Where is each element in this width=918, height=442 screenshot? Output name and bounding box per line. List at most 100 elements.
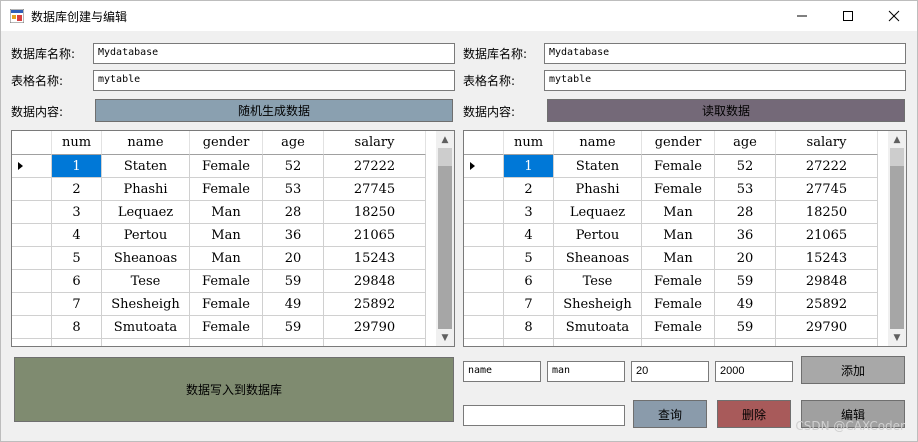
row-header[interactable] — [464, 247, 504, 270]
grid-cell-age[interactable]: 59 — [263, 316, 324, 339]
right-table-input[interactable]: mytable — [544, 70, 906, 91]
grid-cell-age[interactable]: 36 — [715, 224, 776, 247]
query-input[interactable] — [463, 405, 625, 426]
grid-cell-num[interactable]: 2 — [504, 178, 554, 201]
grid-cell-name[interactable]: Lequaez — [102, 201, 190, 224]
grid-cell-salary[interactable]: 25892 — [776, 293, 878, 316]
grid-cell-age[interactable]: 49 — [715, 293, 776, 316]
grid-cell-num[interactable]: 4 — [52, 224, 102, 247]
grid-cell-age[interactable]: 59 — [715, 316, 776, 339]
grid-cell-num[interactable]: 4 — [504, 224, 554, 247]
grid-cell-age[interactable]: 49 — [263, 293, 324, 316]
grid-cell-name[interactable]: Pertou — [102, 224, 190, 247]
column-header-name[interactable]: name — [102, 131, 190, 155]
grid-cell-age[interactable]: 52 — [263, 155, 324, 178]
grid-cell-gender[interactable]: Female — [642, 155, 715, 178]
grid-cell-name[interactable]: Sheanoas — [102, 247, 190, 270]
grid-cell-name[interactable]: Staten — [102, 155, 190, 178]
grid-cell-salary[interactable]: 18250 — [776, 201, 878, 224]
grid-cell-age[interactable]: 53 — [263, 178, 324, 201]
maximize-button[interactable] — [825, 1, 871, 31]
grid-cell-num[interactable]: 1 — [52, 155, 102, 178]
grid-cell-salary[interactable]: 25892 — [324, 293, 426, 316]
grid-cell-gender[interactable]: Female — [642, 316, 715, 339]
grid-cell-name[interactable]: Lequaez — [554, 201, 642, 224]
column-header-name[interactable]: name — [554, 131, 642, 155]
grid-cell-age[interactable]: 53 — [715, 178, 776, 201]
grid-cell-partial[interactable] — [102, 339, 190, 346]
table-row[interactable]: 3 Lequaez Man 28 18250 — [12, 201, 426, 224]
grid-cell-gender[interactable]: Female — [642, 293, 715, 316]
row-header[interactable] — [12, 247, 52, 270]
column-header-num[interactable]: num — [504, 131, 554, 155]
grid-cell-num[interactable]: 7 — [504, 293, 554, 316]
left-data-grid[interactable]: num name gender age salary 1 Staten Female 52 272… — [11, 130, 455, 347]
grid-cell-gender[interactable]: Man — [190, 224, 263, 247]
age-input[interactable]: 20 — [631, 361, 709, 382]
grid-cell-name[interactable]: Smutoata — [554, 316, 642, 339]
grid-cell-gender[interactable]: Man — [642, 247, 715, 270]
grid-cell-salary[interactable]: 21065 — [776, 224, 878, 247]
grid-cell-salary[interactable]: 29848 — [324, 270, 426, 293]
grid-cell-name[interactable]: Tese — [554, 270, 642, 293]
row-header-corner[interactable] — [464, 131, 504, 155]
table-row[interactable]: 8 Smutoata Female 59 29790 — [464, 316, 878, 339]
grid-cell-age[interactable]: 36 — [263, 224, 324, 247]
left-db-input[interactable]: Mydatabase — [93, 43, 455, 64]
grid-cell-gender[interactable]: Man — [190, 201, 263, 224]
grid-cell-num[interactable]: 1 — [504, 155, 554, 178]
column-header-age[interactable]: age — [715, 131, 776, 155]
left-grid-scrollbar[interactable]: ▲ ▼ — [436, 131, 454, 346]
scroll-up-icon[interactable]: ▲ — [888, 131, 906, 148]
grid-cell-age[interactable]: 20 — [263, 247, 324, 270]
grid-cell-age[interactable]: 59 — [715, 270, 776, 293]
delete-button[interactable]: 删除 — [717, 400, 791, 428]
column-header-gender[interactable]: gender — [190, 131, 263, 155]
grid-cell-name[interactable]: Phashi — [102, 178, 190, 201]
random-data-button[interactable]: 随机生成数据 — [95, 99, 453, 122]
right-data-grid[interactable]: num name gender age salary 1 Staten Female 52 272… — [463, 130, 907, 347]
grid-cell-age[interactable]: 20 — [715, 247, 776, 270]
grid-cell-gender[interactable]: Man — [190, 247, 263, 270]
column-header-salary[interactable]: salary — [776, 131, 878, 155]
row-header[interactable] — [12, 178, 52, 201]
grid-cell-num[interactable]: 3 — [52, 201, 102, 224]
grid-cell-num[interactable]: 2 — [52, 178, 102, 201]
row-header[interactable] — [464, 293, 504, 316]
grid-cell-gender[interactable]: Female — [190, 316, 263, 339]
table-row[interactable]: 2 Phashi Female 53 27745 — [12, 178, 426, 201]
row-header[interactable] — [12, 224, 52, 247]
grid-cell-num[interactable]: 8 — [52, 316, 102, 339]
grid-cell-gender[interactable]: Female — [642, 178, 715, 201]
table-row[interactable]: 7 Shesheigh Female 49 25892 — [12, 293, 426, 316]
grid-cell-salary[interactable]: 27745 — [776, 178, 878, 201]
table-row[interactable]: 2 Phashi Female 53 27745 — [464, 178, 878, 201]
grid-cell-name[interactable]: Shesheigh — [102, 293, 190, 316]
close-button[interactable] — [871, 1, 917, 31]
row-header[interactable] — [464, 270, 504, 293]
row-header[interactable] — [464, 224, 504, 247]
gender-input[interactable]: man — [547, 361, 625, 382]
grid-cell-name[interactable]: Pertou — [554, 224, 642, 247]
grid-cell-gender[interactable]: Female — [190, 178, 263, 201]
grid-cell-partial[interactable] — [324, 339, 426, 346]
grid-cell-age[interactable]: 52 — [715, 155, 776, 178]
name-input[interactable]: name — [463, 361, 541, 382]
minimize-button[interactable] — [779, 1, 825, 31]
grid-cell-partial[interactable] — [715, 339, 776, 346]
title-bar[interactable]: 数据库创建与编辑 — [1, 1, 917, 31]
scroll-up-icon[interactable]: ▲ — [436, 131, 454, 148]
column-header-num[interactable]: num — [52, 131, 102, 155]
table-row[interactable]: 6 Tese Female 59 29848 — [464, 270, 878, 293]
grid-cell-salary[interactable]: 21065 — [324, 224, 426, 247]
query-button[interactable]: 查询 — [633, 400, 707, 428]
column-header-age[interactable]: age — [263, 131, 324, 155]
grid-cell-gender[interactable]: Man — [642, 224, 715, 247]
grid-cell-gender[interactable]: Female — [190, 155, 263, 178]
right-db-input[interactable]: Mydatabase — [544, 43, 906, 64]
right-grid-scrollbar[interactable]: ▲ ▼ — [888, 131, 906, 346]
row-header[interactable] — [464, 178, 504, 201]
grid-cell-name[interactable]: Sheanoas — [554, 247, 642, 270]
column-header-gender[interactable]: gender — [642, 131, 715, 155]
row-header[interactable] — [12, 201, 52, 224]
